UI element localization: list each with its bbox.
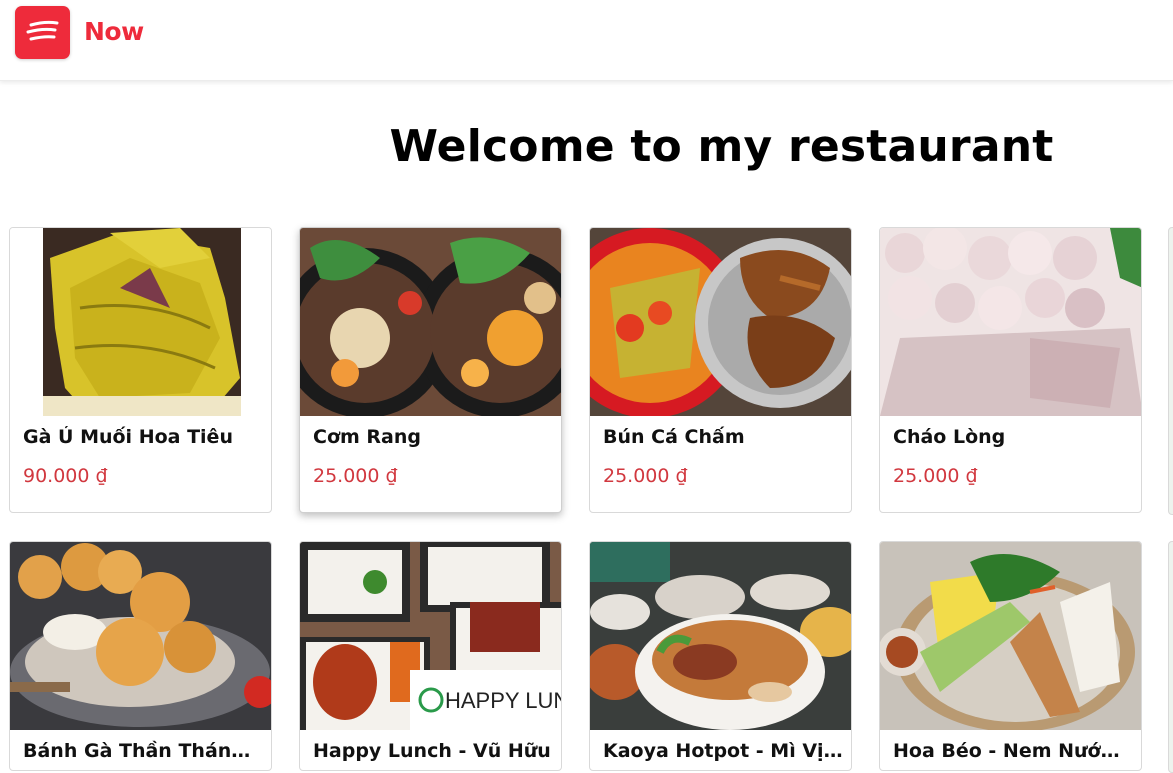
food-card-peek[interactable] [1168, 541, 1173, 773]
food-price: 90.000 ₫ [23, 465, 108, 487]
food-name: Kaoya Hotpot - Mì Vịt Quay [603, 740, 843, 762]
food-grid: Gà Ủ Muối Hoa Tiêu 90.000 ₫ Cơm Rang 25. [0, 0, 1173, 773]
food-name: Gà Ủ Muối Hoa Tiêu [23, 426, 233, 448]
menu-logo-icon[interactable] [15, 6, 70, 59]
lunch-box-photo: HAPPY LUNCH [300, 542, 562, 730]
chicken-cake-photo [10, 542, 271, 730]
duck-noodle-photo [590, 542, 851, 730]
food-price: 25.000 ₫ [603, 465, 688, 487]
food-name: Cháo Lòng [893, 426, 1006, 448]
food-name: Hoa Béo - Nem Nướng Nha Trang [893, 740, 1133, 762]
food-card[interactable]: Cơm Rang 25.000 ₫ [299, 227, 562, 513]
fish-noodle-photo [590, 228, 851, 416]
food-card[interactable]: Bánh Gà Thần Thánh - Nguyễn Văn Cừ [9, 541, 272, 771]
food-name: Happy Lunch - Vũ Hữu [313, 740, 551, 762]
food-price: 25.000 ₫ [313, 465, 398, 487]
food-price: 25.000 ₫ [893, 465, 978, 487]
food-name: Bánh Gà Thần Thánh - Nguyễn Văn Cừ [23, 740, 263, 762]
food-card[interactable]: HAPPY LUNCH Happy Lunch - Vũ Hữu [299, 541, 562, 771]
food-name: Bún Cá Chấm [603, 426, 745, 448]
food-card[interactable]: Cháo Lòng 25.000 ₫ [879, 227, 1142, 513]
top-navbar: Now [0, 0, 1173, 81]
fried-rice-photo [300, 228, 561, 416]
food-card[interactable]: Hoa Béo - Nem Nướng Nha Trang [879, 541, 1142, 771]
lunch-box-sign-text: HAPPY LUNCH [445, 688, 562, 713]
food-card[interactable]: Bún Cá Chấm 25.000 ₫ [589, 227, 852, 513]
food-card[interactable]: Gà Ủ Muối Hoa Tiêu 90.000 ₫ [9, 227, 272, 513]
food-name: Cơm Rang [313, 426, 421, 448]
food-card-peek[interactable] [1168, 227, 1173, 515]
food-card[interactable]: Kaoya Hotpot - Mì Vịt Quay [589, 541, 852, 771]
pork-offal-photo [880, 228, 1141, 416]
brand-name[interactable]: Now [84, 17, 144, 46]
chicken-photo [10, 228, 271, 416]
spring-roll-photo [880, 542, 1141, 730]
